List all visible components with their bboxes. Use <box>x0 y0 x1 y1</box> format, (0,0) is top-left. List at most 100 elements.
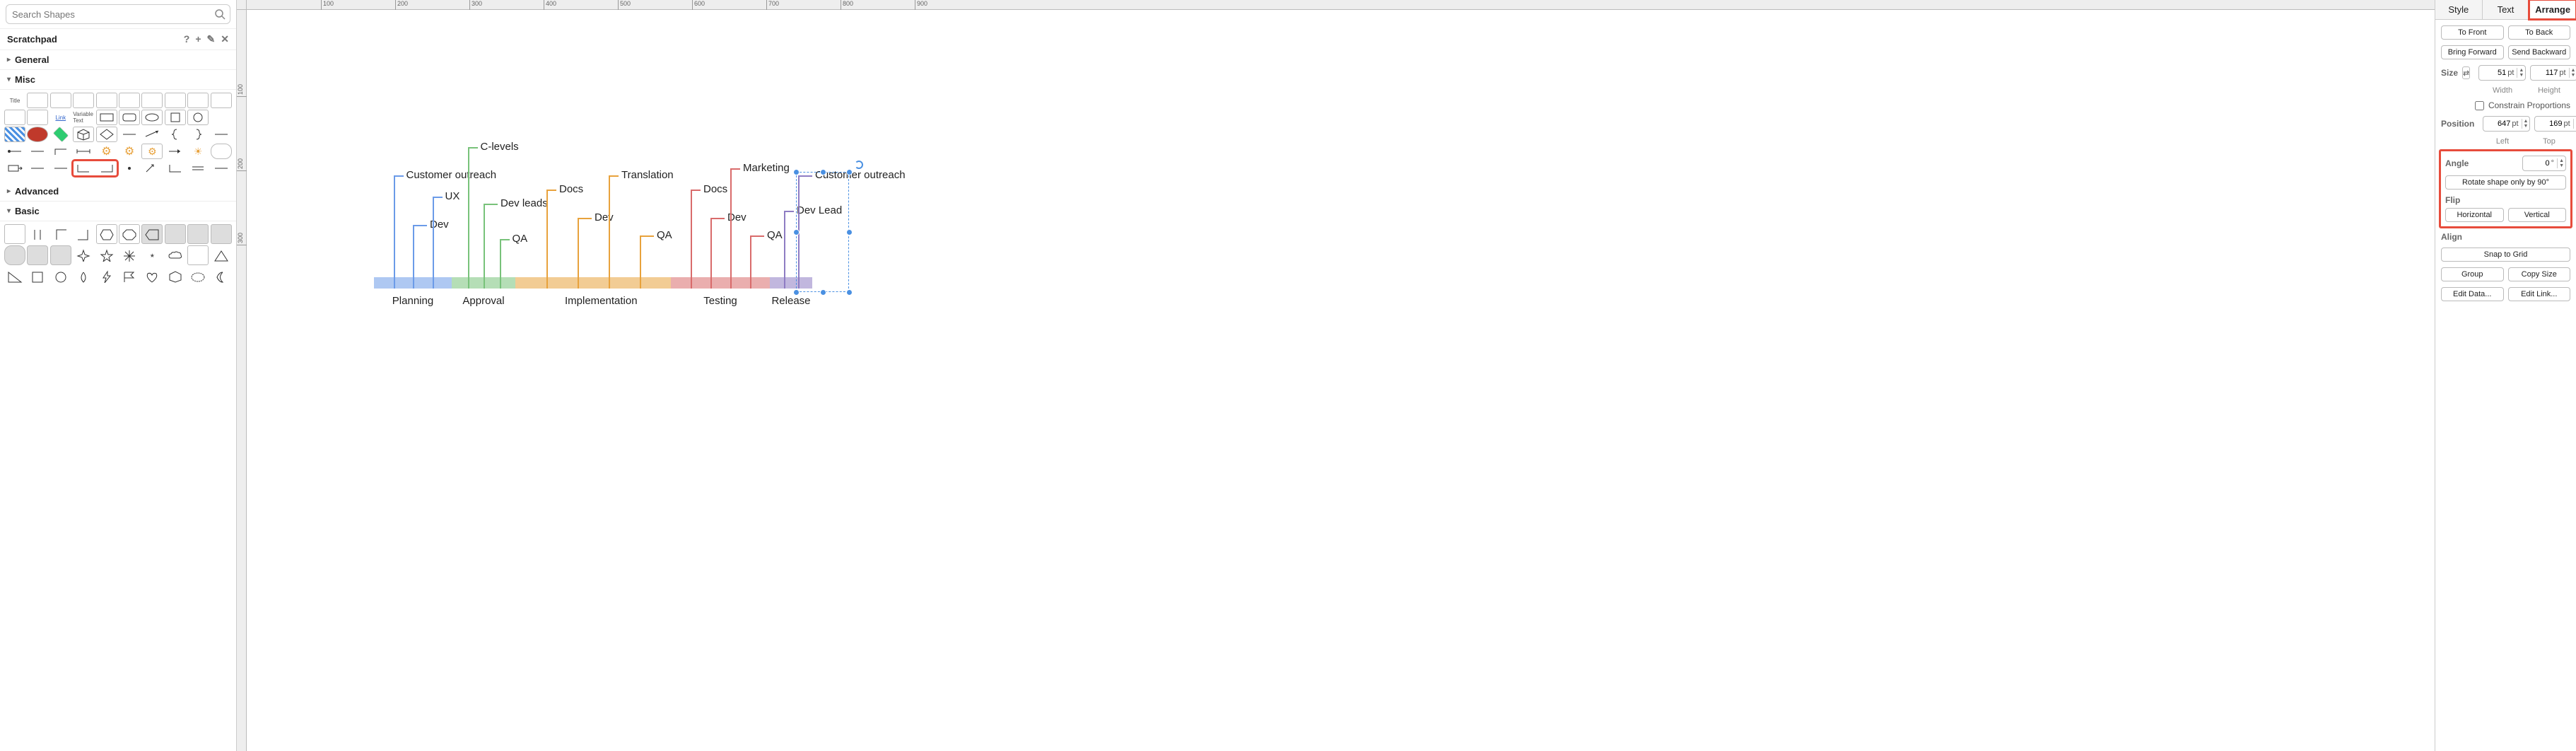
step-up-icon[interactable]: ▲ <box>2517 68 2524 73</box>
shape-misc[interactable] <box>73 93 94 108</box>
shape-misc[interactable] <box>4 110 25 125</box>
constrain-checkbox[interactable] <box>2475 101 2484 110</box>
shape-rect[interactable] <box>96 110 117 125</box>
selection-handle[interactable] <box>846 289 853 296</box>
shape-diamond[interactable] <box>96 127 117 142</box>
send-backward-button[interactable]: Send Backward <box>2508 45 2571 59</box>
shape-parallel-lines[interactable] <box>27 224 48 244</box>
selection-handle[interactable] <box>846 169 853 175</box>
shape-hline[interactable] <box>211 127 232 142</box>
shape-star5[interactable] <box>96 245 117 265</box>
shape-rounded[interactable] <box>211 144 232 159</box>
scratchpad-header[interactable]: Scratchpad ? + ✎ ✕ <box>0 28 236 50</box>
edit-link-button[interactable]: Edit Link... <box>2508 287 2571 301</box>
shape-red-oval[interactable] <box>27 127 48 142</box>
shape-line[interactable] <box>50 161 71 176</box>
shape-dot[interactable] <box>119 161 140 176</box>
selection-handle[interactable] <box>793 229 800 235</box>
shape-star4[interactable] <box>73 245 94 265</box>
shape-hatch-blue[interactable] <box>4 127 25 142</box>
draw-area[interactable]: PlanningCustomer outreachDevUXApprovalC-… <box>247 10 2435 751</box>
shape-line[interactable] <box>211 161 232 176</box>
shape-flag[interactable] <box>119 267 140 286</box>
selection-handle[interactable] <box>820 289 826 296</box>
shape-burst[interactable] <box>119 245 140 265</box>
flip-vertical-button[interactable]: Vertical <box>2508 208 2567 222</box>
shape-sq[interactable] <box>27 267 48 286</box>
rotate-90-button[interactable]: Rotate shape only by 90° <box>2445 175 2566 190</box>
selection-handle[interactable] <box>846 229 853 235</box>
shape-rounded-rect[interactable] <box>119 110 140 125</box>
timeline-diagram[interactable]: PlanningCustomer outreachDevUXApprovalC-… <box>374 123 883 307</box>
left-field[interactable]: pt ▲▼ <box>2483 116 2530 132</box>
selection-box[interactable] <box>796 172 849 292</box>
search-shapes-field[interactable] <box>6 4 230 24</box>
shape-bolt[interactable] <box>96 267 117 286</box>
tab-arrange[interactable]: Arrange <box>2529 0 2576 19</box>
shape-trap[interactable] <box>211 224 232 244</box>
angle-input[interactable] <box>2526 159 2550 168</box>
shape-triangle[interactable] <box>211 245 232 265</box>
shape-cube[interactable] <box>73 127 94 142</box>
flip-horizontal-button[interactable]: Horizontal <box>2445 208 2504 222</box>
shape-ellipse[interactable] <box>141 110 163 125</box>
height-input[interactable] <box>2534 69 2558 77</box>
shape-brace-right[interactable] <box>187 127 209 142</box>
shape-bracket-close[interactable] <box>73 224 94 244</box>
step-down-icon[interactable]: ▼ <box>2569 73 2576 78</box>
shape-rect[interactable] <box>4 224 25 244</box>
left-input[interactable] <box>2486 120 2510 128</box>
shape-connector[interactable] <box>4 144 25 159</box>
shape-misc[interactable] <box>50 93 71 108</box>
shape-title[interactable]: Title <box>4 93 25 108</box>
tab-text[interactable]: Text <box>2483 0 2530 19</box>
shape-heart[interactable] <box>141 267 163 286</box>
selection-handle[interactable] <box>820 169 826 175</box>
height-field[interactable]: pt ▲▼ <box>2530 65 2576 81</box>
shape-rr[interactable] <box>27 245 48 265</box>
shape-misc[interactable] <box>141 93 163 108</box>
shape-rr2[interactable] <box>50 245 71 265</box>
step-up-icon[interactable]: ▲ <box>2569 68 2576 73</box>
shape-misc[interactable] <box>211 110 232 125</box>
shape-gear-icon[interactable]: ⚙ <box>96 144 117 159</box>
shape-tri2[interactable] <box>4 267 25 286</box>
shape-tag-right[interactable] <box>165 224 186 244</box>
shape-misc[interactable] <box>211 93 232 108</box>
shape-rect-fill[interactable] <box>187 224 209 244</box>
shape-drop[interactable] <box>73 267 94 286</box>
shape-link[interactable]: Link <box>50 110 71 125</box>
snap-to-grid-button[interactable]: Snap to Grid <box>2441 248 2570 262</box>
bring-forward-button[interactable]: Bring Forward <box>2441 45 2504 59</box>
phase-bar[interactable] <box>515 277 671 289</box>
shape-line[interactable] <box>27 144 48 159</box>
shape-x-arrow[interactable] <box>141 161 163 176</box>
shape-pill[interactable] <box>4 245 25 265</box>
shape-hex[interactable] <box>96 224 117 244</box>
shape-misc[interactable] <box>96 93 117 108</box>
shape-line[interactable] <box>119 127 140 142</box>
shape-cube2[interactable] <box>165 267 186 286</box>
shape-misc[interactable] <box>27 93 48 108</box>
shape-corner[interactable] <box>165 161 186 176</box>
help-icon[interactable]: ? <box>184 33 190 45</box>
angle-field[interactable]: ° ▲▼ <box>2522 156 2566 171</box>
shape-green-diamond[interactable] <box>53 127 69 142</box>
shape-misc[interactable] <box>27 110 48 125</box>
edit-icon[interactable]: ✎ <box>207 33 216 45</box>
shape-scribble[interactable] <box>187 267 209 286</box>
shape-partial-rect-b[interactable] <box>96 161 117 176</box>
add-icon[interactable]: + <box>195 33 201 45</box>
shape-arrow-box[interactable] <box>4 161 25 176</box>
search-input[interactable] <box>12 9 210 20</box>
category-basic[interactable]: ▾ Basic <box>0 202 236 221</box>
width-field[interactable]: pt ▲▼ <box>2478 65 2526 81</box>
canvas[interactable]: 100200300400500600700800900 100200300 Pl… <box>237 0 2435 751</box>
width-input[interactable] <box>2482 69 2506 77</box>
shape-tag-left[interactable] <box>141 224 163 244</box>
category-misc[interactable]: ▾ Misc <box>0 70 236 90</box>
shape-gear-icon[interactable]: ⚙ <box>119 144 140 159</box>
shape-circle[interactable] <box>187 110 209 125</box>
edit-data-button[interactable]: Edit Data... <box>2441 287 2504 301</box>
phase-bar[interactable] <box>671 277 770 289</box>
